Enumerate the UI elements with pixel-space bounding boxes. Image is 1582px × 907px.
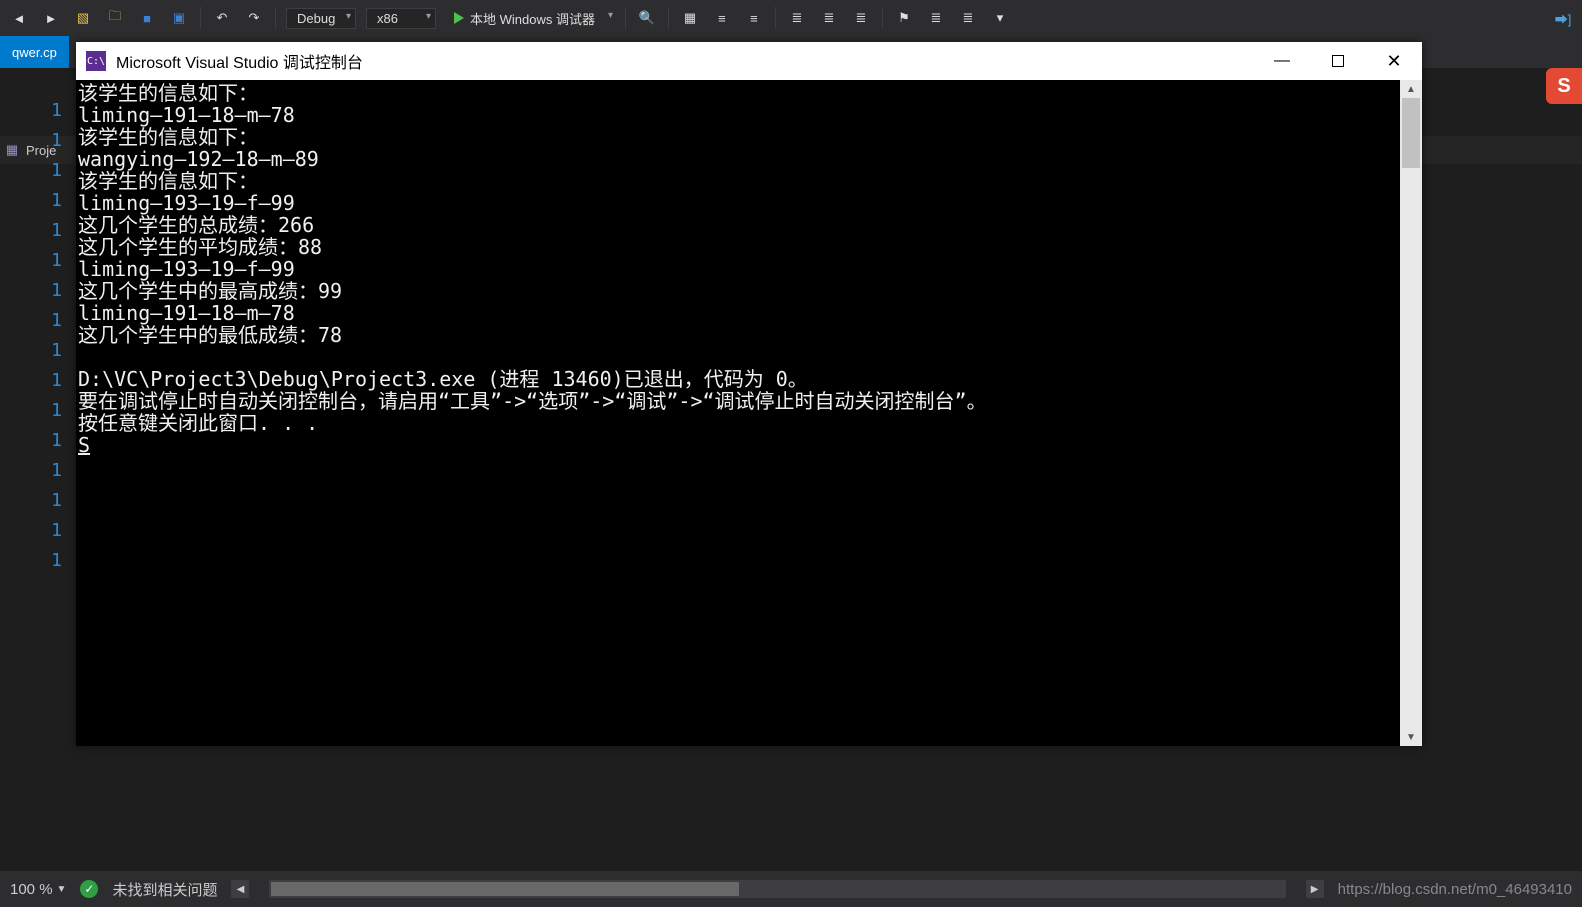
bookmark-icon[interactable]: ⚑ [893,7,915,29]
undo-icon[interactable]: ↶ [211,7,233,29]
forward-icon[interactable]: ► [40,7,62,29]
console-app-icon: C:\ [86,51,106,71]
horizontal-scrollbar[interactable] [269,880,1285,898]
separator [200,7,201,29]
maximize-button[interactable] [1310,42,1366,80]
align-icon[interactable]: ≣ [786,7,808,29]
console-body[interactable]: 该学生的信息如下： liming—191—18—m—78 该学生的信息如下： w… [76,80,1422,746]
sidebar-badge[interactable]: S [1546,68,1582,104]
separator [668,7,669,29]
close-button[interactable]: ✕ [1366,42,1422,80]
check-icon: ✓ [80,880,98,898]
scroll-left-icon[interactable]: ◀ [231,880,249,898]
scroll-right-icon[interactable]: ▶ [1306,880,1324,898]
zoom-value: 100 % [10,881,53,898]
new-file-icon[interactable]: ▧ [72,7,94,29]
debug-console-window: C:\ Microsoft Visual Studio 调试控制台 — ✕ 该学… [76,42,1422,746]
redo-icon[interactable]: ↷ [243,7,265,29]
file-tab[interactable]: qwer.cp [0,36,69,68]
status-url: https://blog.csdn.net/m0_46493410 [1338,881,1572,898]
scroll-down-icon[interactable]: ▼ [1400,728,1422,746]
scroll-up-icon[interactable]: ▲ [1400,80,1422,98]
badge-letter: S [1557,75,1570,98]
overflow-icon[interactable]: ⮕] [1552,7,1574,29]
open-folder-icon[interactable]: 🗀 [104,7,126,29]
scroll-thumb[interactable] [271,882,738,896]
separator [882,7,883,29]
console-titlebar[interactable]: C:\ Microsoft Visual Studio 调试控制台 — ✕ [76,42,1422,80]
indent-left-icon[interactable]: ≡ [711,7,733,29]
issues-text[interactable]: 未找到相关问题 [112,879,217,900]
config-dropdown[interactable]: Debug [286,8,356,29]
align-icon[interactable]: ≣ [818,7,840,29]
save-icon[interactable]: ■ [136,7,158,29]
align-icon[interactable]: ≣ [850,7,872,29]
panel-icon[interactable]: ▦ [679,7,701,29]
tab-label: qwer.cp [12,45,57,60]
minimize-button[interactable]: — [1254,42,1310,80]
zoom-control[interactable]: 100 % ▼ [10,881,66,898]
search-icon[interactable]: 🔍 [636,7,658,29]
list-icon[interactable]: ≣ [925,7,947,29]
chevron-down-icon[interactable]: ▾ [989,7,1011,29]
separator [775,7,776,29]
save-all-icon[interactable]: ▣ [168,7,190,29]
scroll-thumb[interactable] [1402,98,1420,168]
separator [275,7,276,29]
status-bar: 100 % ▼ ✓ 未找到相关问题 ◀ ▶ https://blog.csdn.… [0,871,1582,907]
indent-right-icon[interactable]: ≡ [743,7,765,29]
run-debug-button[interactable]: 本地 Windows 调试器 [446,7,615,30]
list-icon[interactable]: ≣ [957,7,979,29]
chevron-down-icon: ▼ [57,884,67,895]
line-number-gutter: 1 1 1 1 1 1 1 1 1 1 1 1 1 1 1 1 [0,96,68,871]
separator [625,7,626,29]
vs-top-toolbar: ◄ ► ▧ 🗀 ■ ▣ ↶ ↷ Debug x86 本地 Windows 调试器… [0,0,1582,36]
console-scrollbar[interactable]: ▲ ▼ [1400,80,1422,746]
back-icon[interactable]: ◄ [8,7,30,29]
platform-dropdown[interactable]: x86 [366,8,436,29]
console-output: 该学生的信息如下： liming—191—18—m—78 该学生的信息如下： w… [78,82,1400,744]
console-title: Microsoft Visual Studio 调试控制台 [116,49,1254,73]
